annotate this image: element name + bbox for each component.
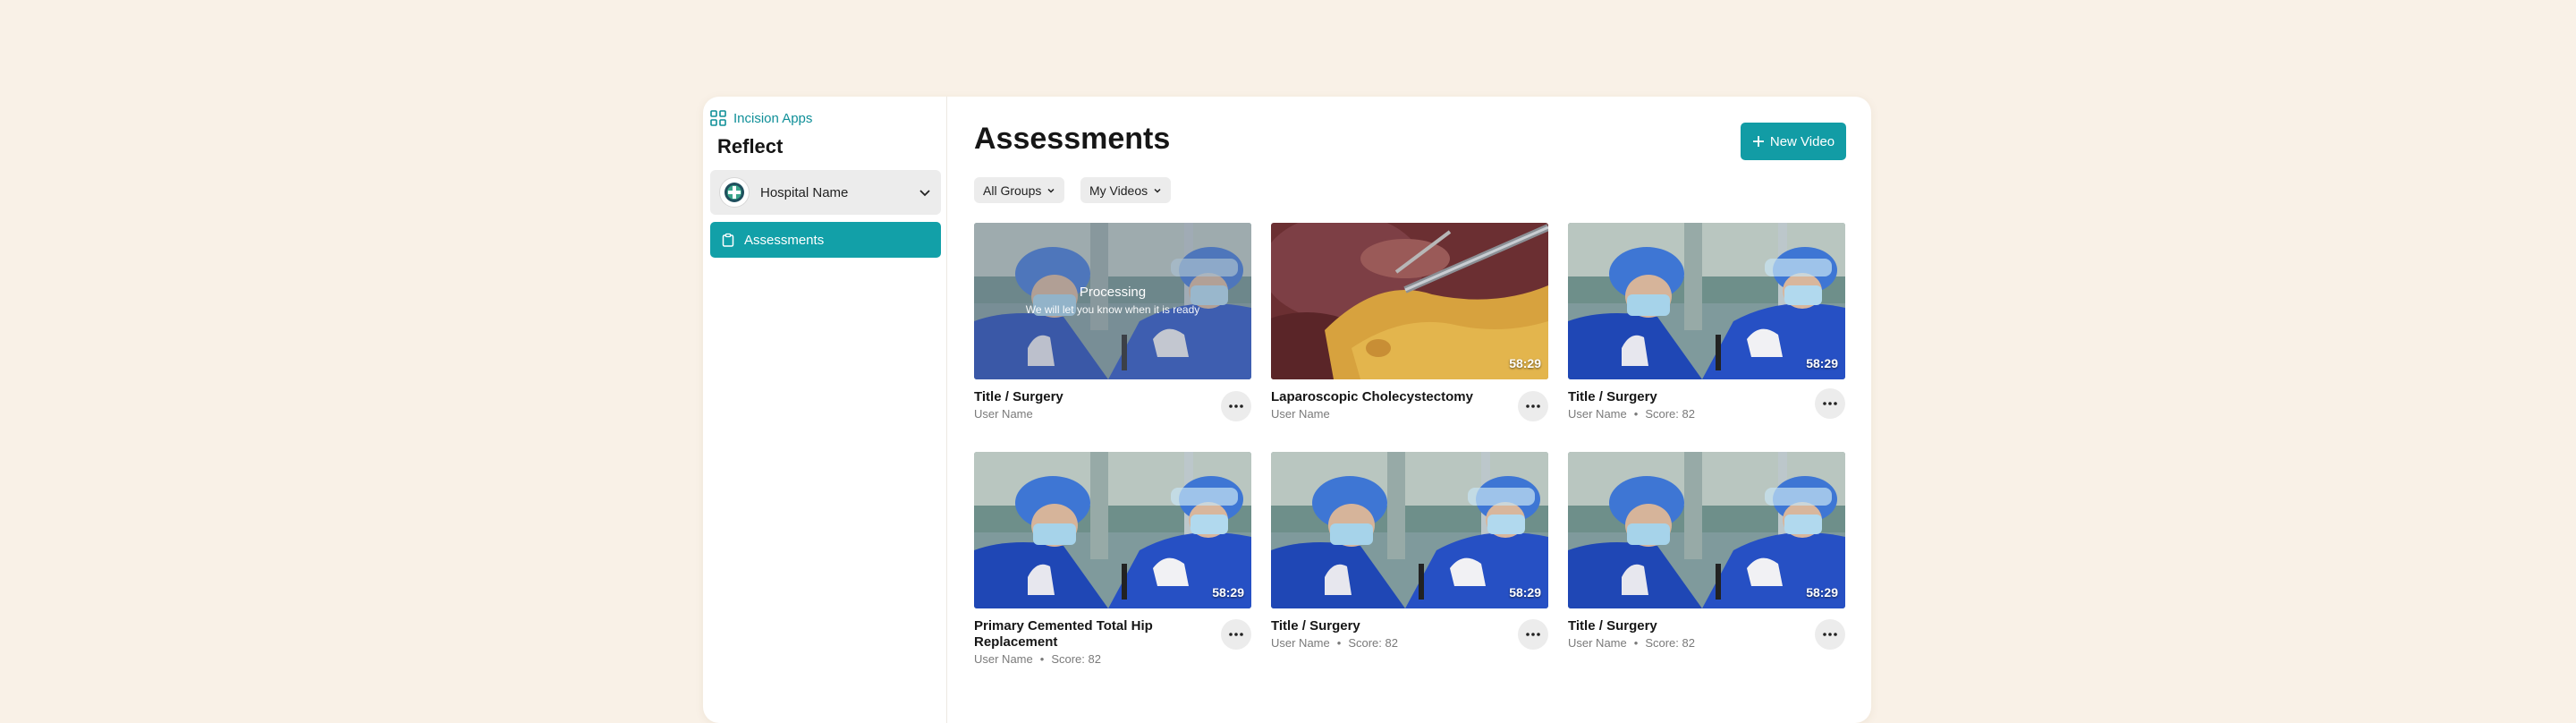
hospital-select[interactable]: Hospital Name xyxy=(710,170,941,215)
video-user: User Name xyxy=(1568,407,1627,421)
video-score: Score: 82 xyxy=(1645,407,1695,421)
video-score: Score: 82 xyxy=(1348,636,1398,650)
more-icon xyxy=(1229,633,1243,636)
main-content: Assessments New Video All Groups My Vide… xyxy=(947,97,1871,723)
video-score: Score: 82 xyxy=(1051,652,1101,666)
processing-subtitle: We will let you know when it is ready xyxy=(1025,303,1200,316)
video-title: Laparoscopic Cholecystectomy xyxy=(1271,389,1473,404)
video-title: Title / Surgery xyxy=(974,389,1063,404)
video-thumbnail[interactable]: 58:29 xyxy=(974,452,1251,608)
video-meta: User Name xyxy=(974,407,1033,421)
more-options-button[interactable] xyxy=(1815,619,1845,650)
clipboard-icon xyxy=(722,233,734,247)
video-duration: 58:29 xyxy=(1806,585,1838,600)
more-icon xyxy=(1229,404,1243,408)
hospital-logo-icon xyxy=(719,177,750,208)
sidebar: Incision Apps Reflect Hospital Name Asse… xyxy=(703,97,947,723)
video-title: Title / Surgery xyxy=(1271,618,1360,634)
processing-title: Processing xyxy=(1079,285,1147,300)
chevron-down-icon xyxy=(1047,188,1055,193)
video-card[interactable]: Processing We will let you know when it … xyxy=(974,223,1251,421)
video-duration: 58:29 xyxy=(1806,356,1838,370)
hospital-select-label: Hospital Name xyxy=(760,184,849,200)
video-title: Primary Cemented Total Hip Replacement xyxy=(974,618,1153,650)
video-thumbnail[interactable]: 58:29 xyxy=(1271,223,1548,379)
more-options-button[interactable] xyxy=(1221,391,1251,421)
more-icon xyxy=(1526,633,1540,636)
chevron-down-icon xyxy=(919,190,930,197)
video-user: User Name xyxy=(974,652,1033,666)
incision-apps-label: Incision Apps xyxy=(733,110,813,126)
video-user: User Name xyxy=(1568,636,1627,650)
video-user: User Name xyxy=(1271,636,1330,650)
video-duration: 58:29 xyxy=(1509,585,1541,600)
filter-label: All Groups xyxy=(983,183,1042,198)
more-options-button[interactable] xyxy=(1518,391,1548,421)
video-user: User Name xyxy=(1271,407,1330,421)
processing-overlay: Processing We will let you know when it … xyxy=(974,223,1251,379)
video-thumbnail[interactable]: 58:29 xyxy=(1568,452,1845,608)
grid-apps-icon xyxy=(710,110,726,126)
more-icon xyxy=(1823,633,1837,636)
new-video-label: New Video xyxy=(1769,133,1835,149)
incision-apps-link[interactable]: Incision Apps xyxy=(710,107,812,129)
video-duration: 58:29 xyxy=(1509,356,1541,370)
video-meta: User Name • Score: 82 xyxy=(1568,407,1695,421)
sidebar-item-assessments[interactable]: Assessments xyxy=(710,222,941,258)
more-options-button[interactable] xyxy=(1518,619,1548,650)
video-meta: User Name xyxy=(1271,407,1330,421)
video-title: Title / Surgery xyxy=(1568,389,1657,404)
video-thumbnail[interactable]: Processing We will let you know when it … xyxy=(974,223,1251,379)
video-card[interactable]: 58:29 Title / Surgery User Name • Score: 8… xyxy=(1271,452,1548,650)
video-card[interactable]: 58:29 Laparoscopic Cholecystectomy User … xyxy=(1271,223,1548,421)
video-card[interactable]: 58:29 Title / Surgery User Name • Score: 8… xyxy=(1568,223,1845,421)
video-duration: 58:29 xyxy=(1212,585,1244,600)
video-meta: User Name • Score: 82 xyxy=(974,652,1101,666)
more-options-button[interactable] xyxy=(1815,388,1845,419)
sidebar-item-label: Assessments xyxy=(744,232,825,248)
more-icon xyxy=(1526,404,1540,408)
chevron-down-icon xyxy=(1154,188,1161,193)
product-name: Reflect xyxy=(717,135,784,157)
filter-label: My Videos xyxy=(1089,183,1148,198)
video-meta: User Name • Score: 82 xyxy=(1568,636,1695,650)
new-video-button[interactable]: New Video xyxy=(1741,123,1846,160)
filter-my-videos[interactable]: My Videos xyxy=(1080,177,1172,203)
video-title: Title / Surgery xyxy=(1568,618,1657,634)
plus-icon xyxy=(1752,136,1764,147)
video-meta: User Name • Score: 82 xyxy=(1271,636,1398,650)
video-thumbnail[interactable]: 58:29 xyxy=(1568,223,1845,379)
page-title: Assessments xyxy=(974,122,1171,156)
more-icon xyxy=(1823,402,1837,405)
video-card[interactable]: 58:29 Title / Surgery User Name • Score: 8… xyxy=(1568,452,1845,650)
video-thumbnail[interactable]: 58:29 xyxy=(1271,452,1548,608)
video-user: User Name xyxy=(974,407,1033,421)
filter-all-groups[interactable]: All Groups xyxy=(974,177,1065,203)
app-window: Incision Apps Reflect Hospital Name Asse… xyxy=(703,97,1871,723)
more-options-button[interactable] xyxy=(1221,619,1251,650)
video-score: Score: 82 xyxy=(1645,636,1695,650)
video-card[interactable]: 58:29 Primary Cemented Total Hip Replace… xyxy=(974,452,1251,666)
